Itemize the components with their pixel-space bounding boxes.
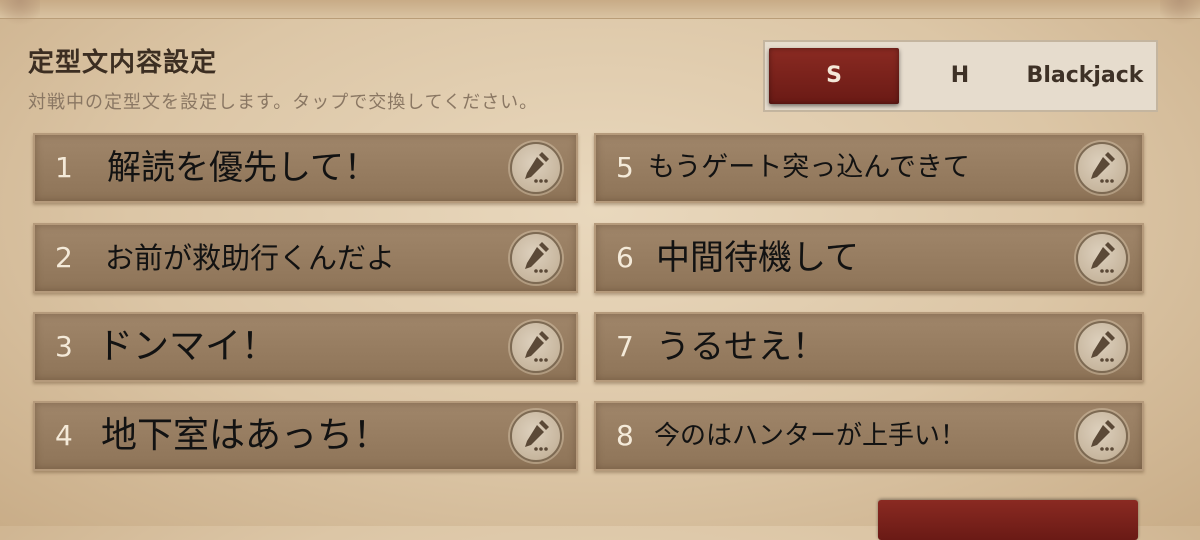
edit-button[interactable] — [510, 321, 562, 373]
tab-h[interactable]: H — [930, 42, 990, 110]
phrase-slot-5[interactable]: 5 もうゲート突っ込んできて — [594, 133, 1144, 203]
edit-button[interactable] — [1076, 142, 1128, 194]
slot-phrase: ドンマイ！ — [97, 326, 278, 367]
phrase-slot-2[interactable]: 2 お前が救助行くんだよ — [33, 223, 578, 293]
pencil-icon — [1091, 152, 1115, 183]
slot-phrase: 今のはハンターが上手い！ — [654, 421, 967, 451]
panel-top-border — [0, 0, 1200, 19]
pencil-icon — [1091, 242, 1115, 273]
panel-corner-ornament — [0, 0, 40, 30]
phrase-slot-3[interactable]: 3 ドンマイ！ — [33, 312, 578, 382]
tab-blackjack[interactable]: Blackjack — [1015, 42, 1155, 110]
tab-bar: S H Blackjack — [763, 40, 1158, 112]
slot-number: 3 — [55, 330, 73, 363]
slot-phrase: 地下室はあっち！ — [101, 415, 390, 456]
page-subtitle: 対戦中の定型文を設定します。タップで交換してください。 — [28, 92, 539, 113]
slot-number: 7 — [616, 330, 634, 363]
slot-number: 8 — [616, 419, 634, 452]
phrase-slot-4[interactable]: 4 地下室はあっち！ — [33, 401, 578, 471]
slot-number: 2 — [55, 241, 73, 274]
edit-button[interactable] — [510, 232, 562, 284]
tab-s[interactable]: S — [769, 48, 899, 104]
pencil-icon — [1091, 331, 1115, 362]
pencil-icon — [1091, 420, 1115, 451]
slot-phrase: 解読を優先して！ — [107, 148, 378, 188]
slot-number: 5 — [616, 151, 634, 184]
pencil-icon — [525, 242, 549, 273]
pencil-icon — [525, 152, 549, 183]
slot-number: 4 — [55, 419, 73, 452]
slot-phrase: お前が救助行くんだよ — [105, 241, 396, 275]
slot-phrase: 中間待機して — [656, 238, 859, 278]
edit-button[interactable] — [1076, 410, 1128, 462]
phrase-slot-1[interactable]: 1 解読を優先して！ — [33, 133, 578, 203]
slot-phrase: もうゲート突っ込んできて — [648, 152, 970, 183]
slot-phrase: うるせえ！ — [656, 327, 826, 367]
pencil-icon — [525, 331, 549, 362]
pencil-icon — [525, 420, 549, 451]
edit-button[interactable] — [510, 410, 562, 462]
phrase-slot-7[interactable]: 7 うるせえ！ — [594, 312, 1144, 382]
phrase-slot-8[interactable]: 8 今のはハンターが上手い！ — [594, 401, 1144, 471]
edit-button[interactable] — [510, 142, 562, 194]
slot-number: 6 — [616, 241, 634, 274]
edit-button[interactable] — [1076, 321, 1128, 373]
slot-number: 1 — [55, 151, 73, 184]
page-title: 定型文内容設定 — [28, 48, 218, 78]
edit-button[interactable] — [1076, 232, 1128, 284]
confirm-button[interactable] — [878, 500, 1138, 540]
phrase-slot-6[interactable]: 6 中間待機して — [594, 223, 1144, 293]
panel-corner-ornament — [1160, 0, 1200, 30]
